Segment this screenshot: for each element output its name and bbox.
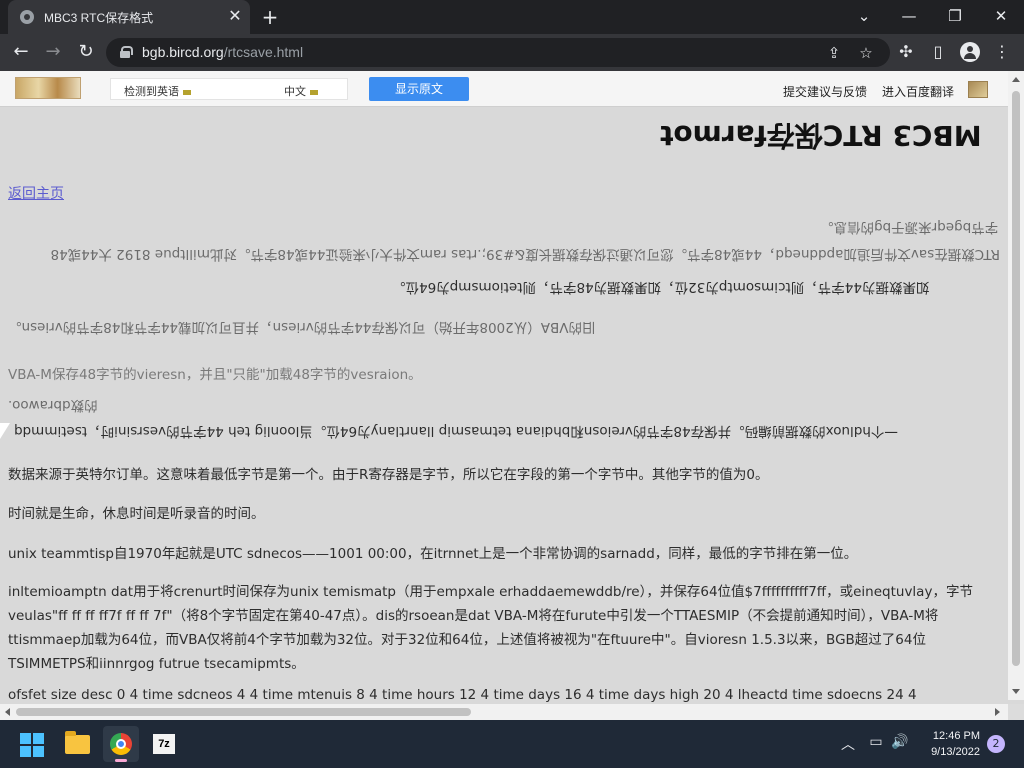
lock-icon[interactable] bbox=[120, 46, 133, 58]
source-text: 数据来源于英特尔订单。这意味着最低字节是第一个。由于R寄存器是字节，所以它在字段… bbox=[8, 467, 769, 483]
scroll-down-icon[interactable] bbox=[1012, 689, 1020, 694]
dropdown-icon bbox=[183, 89, 191, 95]
minimize-button[interactable]: — bbox=[895, 4, 923, 28]
unix-text: unix teammtisp自1970年起就是UTC sdnecos——1001… bbox=[8, 546, 858, 562]
language-selector[interactable]: 检测到英语 中文 bbox=[110, 78, 348, 100]
share-icon[interactable]: ⇪ bbox=[824, 43, 844, 63]
menu-icon[interactable]: ⋮ bbox=[990, 40, 1014, 64]
description-paragraph: inltemioamptn dat用于将crenurt时间保存为unix tem… bbox=[8, 584, 973, 672]
feedback-link[interactable]: 提交建议与反馈 bbox=[783, 83, 867, 100]
text-line: 一个hdluox的数据前编码。并保存48字节的vreiosn和bhdiana t… bbox=[14, 423, 898, 439]
star-icon[interactable]: ☆ bbox=[856, 43, 876, 63]
scroll-right-icon[interactable] bbox=[995, 708, 1000, 716]
clock-time: 12:46 PM bbox=[932, 730, 980, 742]
avatar[interactable] bbox=[968, 81, 988, 98]
restore-button[interactable]: ❐ bbox=[941, 4, 969, 28]
browser-toolbar: ← → ↻ bgb.bircd.org/rtcsave.html ⇪ ☆ ✣ ▯… bbox=[0, 34, 1024, 71]
volume-icon[interactable]: 🔊 bbox=[890, 734, 910, 750]
clock-date: 9/13/2022 bbox=[931, 746, 980, 758]
sidepanel-icon[interactable]: ▯ bbox=[926, 40, 950, 64]
puzzle-icon[interactable]: ✣ bbox=[894, 40, 918, 64]
url-host: bgb.bircd.org bbox=[142, 44, 224, 60]
text-line: RTC数据在sav文件后追加apddneqd，44或48字节。您可以通过保存数据… bbox=[50, 246, 1000, 262]
7zip-icon: 7z bbox=[153, 734, 175, 754]
show-original-button[interactable]: 显示原文 bbox=[369, 77, 469, 101]
text-line: VBA-M保存48字节的vieresn，并且"只能"加载48字节的vesraio… bbox=[8, 367, 422, 383]
browser-titlebar: MBC3 RTC保存格式 ✕ + ⌄ — ❐ ✕ bbox=[0, 0, 1024, 34]
horizontal-scrollbar[interactable] bbox=[0, 704, 1008, 720]
scroll-left-icon[interactable] bbox=[5, 708, 10, 716]
tab-search-chevron-icon[interactable]: ⌄ bbox=[850, 4, 878, 28]
forward-button[interactable]: → bbox=[40, 39, 66, 65]
globe-icon bbox=[20, 10, 34, 24]
scroll-up-icon[interactable] bbox=[1012, 77, 1020, 82]
source-language[interactable]: 检测到英语 bbox=[124, 83, 191, 99]
translate-bar: 检测到英语 中文 显示原文 提交建议与反馈 进入百度翻译 bbox=[0, 71, 1008, 107]
chrome-icon bbox=[110, 733, 132, 755]
browser-tab[interactable]: MBC3 RTC保存格式 ✕ bbox=[8, 0, 250, 34]
7zip-taskbar-button[interactable]: 7z bbox=[146, 726, 182, 762]
text-line: 如果数据为44字节，则tcimsomtp为32位，如果数据为48字节，则teti… bbox=[392, 279, 930, 295]
vertical-scrollbar[interactable] bbox=[1008, 71, 1024, 700]
address-bar[interactable]: bgb.bircd.org/rtcsave.html ⇪ ☆ bbox=[106, 38, 890, 67]
target-language-label: 中文 bbox=[284, 85, 306, 98]
translate-logo bbox=[15, 77, 81, 99]
new-tab-button[interactable]: + bbox=[258, 5, 282, 29]
windows-logo-icon bbox=[20, 733, 31, 744]
network-icon[interactable]: ▭ bbox=[866, 734, 886, 750]
target-language[interactable]: 中文 bbox=[284, 83, 318, 99]
profile-icon[interactable] bbox=[958, 40, 982, 64]
clock[interactable]: 12:46 PM 9/13/2022 bbox=[918, 728, 980, 760]
windows-logo-icon bbox=[33, 746, 44, 757]
scrollbar-corner bbox=[1008, 704, 1024, 720]
back-button[interactable]: ← bbox=[8, 39, 34, 65]
back-home-link[interactable]: 返回主页 bbox=[8, 183, 64, 203]
dropdown-icon bbox=[310, 89, 318, 95]
text-line: 旧的VBA（从2008年开始）可以保存44字节的vriesn，并且可以加载44字… bbox=[8, 319, 596, 335]
page-viewport: 检测到英语 中文 显示原文 提交建议与反馈 进入百度翻译 MBC3 RTC保存f… bbox=[0, 71, 1024, 720]
close-tab-icon[interactable]: ✕ bbox=[226, 7, 244, 25]
taskbar: 7z ︿ ▭ 🔊 12:46 PM 9/13/2022 2 bbox=[0, 720, 1024, 768]
tab-title: MBC3 RTC保存格式 bbox=[44, 11, 154, 25]
chrome-taskbar-button[interactable] bbox=[103, 726, 139, 762]
time-text: 时间就是生命，休息时间是听录音的时间。 bbox=[8, 506, 265, 522]
notification-badge[interactable]: 2 bbox=[987, 735, 1005, 753]
active-indicator bbox=[115, 759, 127, 762]
text-line: 的数dbrawoo. bbox=[8, 397, 98, 413]
file-explorer-button[interactable] bbox=[59, 726, 95, 762]
horizontal-scroll-thumb[interactable] bbox=[16, 708, 471, 716]
reload-button[interactable]: ↻ bbox=[73, 39, 99, 65]
page-content: MBC3 RTC保存farmot 返回主页 字节bgeqr来源于bg的信息。 R… bbox=[0, 107, 1008, 703]
source-language-label: 检测到英语 bbox=[124, 85, 179, 98]
windows-logo-icon bbox=[33, 733, 44, 744]
folder-icon bbox=[65, 731, 90, 754]
start-button[interactable] bbox=[14, 726, 50, 762]
baidu-translate-link[interactable]: 进入百度翻译 bbox=[882, 83, 954, 100]
text-line: 字节bgeqr来源于bg的信息。 bbox=[819, 219, 998, 235]
vertical-scroll-thumb[interactable] bbox=[1012, 91, 1020, 666]
url-path: /rtcsave.html bbox=[223, 44, 304, 60]
windows-logo-icon bbox=[20, 746, 31, 757]
page-title: MBC3 RTC保存farmot bbox=[660, 119, 982, 152]
offset-table-text: ofsfet size desc 0 4 time sdcneos 4 4 ti… bbox=[8, 687, 917, 703]
chevron-up-icon[interactable]: ︿ bbox=[838, 734, 858, 754]
close-window-button[interactable]: ✕ bbox=[987, 4, 1015, 28]
mouse-cursor-icon bbox=[0, 423, 10, 439]
url-text[interactable]: bgb.bircd.org/rtcsave.html bbox=[142, 44, 303, 60]
